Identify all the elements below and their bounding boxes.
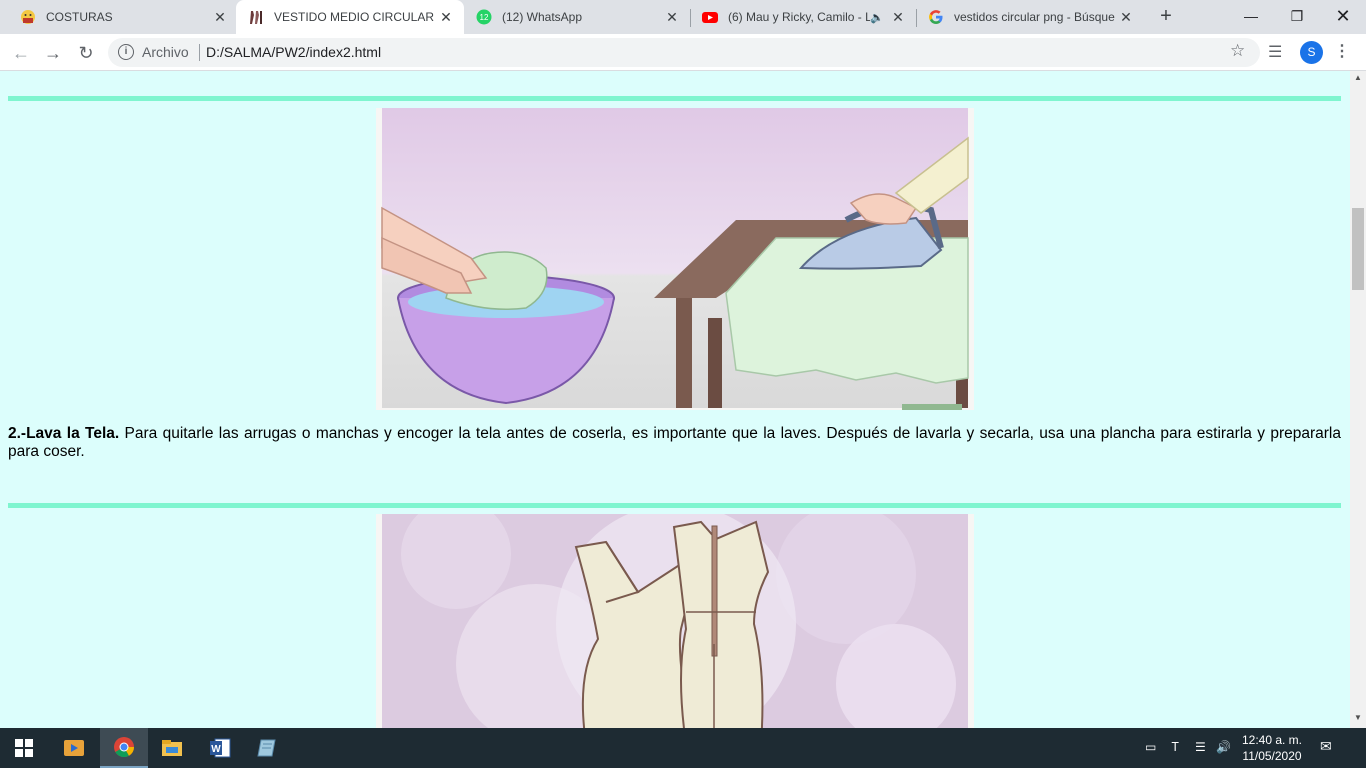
section-divider: [8, 96, 1341, 101]
page-content: 2.-Lava la Tela. Para quitarle las arrug…: [0, 71, 1350, 728]
windows-taskbar: W ▭ Ꭲ ☰ 🔊 12:40 a. m. 11/05/2020 ✉: [0, 728, 1366, 768]
youtube-icon: [702, 9, 718, 25]
close-tab-icon[interactable]: ✕: [436, 9, 456, 26]
dress-icon: [248, 9, 264, 25]
browser-toolbar: ← → ↻ i Archivo D:/SALMA/PW2/index2.html…: [0, 34, 1366, 71]
tab-google[interactable]: vestidos circular png - Búsque ✕: [916, 0, 1144, 34]
notifications-icon[interactable]: ✉: [1320, 738, 1332, 755]
tab-label: COSTURAS: [46, 10, 113, 24]
tab-youtube[interactable]: (6) Mau y Ricky, Camilo - L 🔈 ✕: [690, 0, 916, 34]
new-tab-button[interactable]: +: [1154, 4, 1178, 28]
close-tab-icon[interactable]: ✕: [210, 9, 230, 26]
close-window-button[interactable]: ✕: [1320, 0, 1366, 34]
browser-menu-icon[interactable]: ⋮: [1334, 41, 1350, 61]
notepad-icon[interactable]: [244, 728, 292, 768]
scrollbar-thumb[interactable]: [1352, 208, 1364, 290]
file-chip: Archivo: [142, 44, 189, 60]
whatsapp-icon: 12: [476, 9, 492, 25]
tab-label: (6) Mau y Ricky, Camilo - L: [728, 10, 871, 24]
section-divider: [8, 503, 1341, 508]
reload-button[interactable]: ↻: [73, 40, 99, 66]
wash-and-iron-illustration: [376, 108, 974, 410]
battery-icon[interactable]: ▭: [1145, 740, 1156, 754]
vertical-scrollbar[interactable]: ▲ ▼: [1350, 71, 1366, 728]
chrome-icon[interactable]: [100, 728, 148, 768]
tab-label: VESTIDO MEDIO CIRCULAR: [274, 10, 435, 24]
tab-strip: COSTURAS ✕ VESTIDO MEDIO CIRCULAR ✕ 12 (…: [0, 0, 1366, 34]
close-tab-icon[interactable]: ✕: [1116, 9, 1136, 26]
scroll-down-icon[interactable]: ▼: [1354, 713, 1362, 722]
google-icon: [928, 9, 944, 25]
system-clock[interactable]: 12:40 a. m. 11/05/2020: [1234, 732, 1310, 764]
profile-avatar[interactable]: S: [1300, 41, 1323, 64]
tab-whatsapp[interactable]: 12 (12) WhatsApp ✕: [464, 0, 690, 34]
wifi-icon[interactable]: ☰: [1195, 740, 1206, 754]
svg-text:W: W: [211, 744, 221, 755]
address-bar[interactable]: i Archivo D:/SALMA/PW2/index2.html ☆: [108, 38, 1260, 67]
forward-button[interactable]: →: [40, 40, 66, 66]
tab-costuras[interactable]: COSTURAS ✕: [8, 0, 238, 34]
scroll-up-icon[interactable]: ▲: [1354, 73, 1362, 82]
close-tab-icon[interactable]: ✕: [888, 9, 908, 26]
minimize-button[interactable]: —: [1228, 0, 1274, 34]
word-icon[interactable]: W: [196, 728, 244, 768]
url-text[interactable]: D:/SALMA/PW2/index2.html: [206, 44, 381, 60]
tab-label: (12) WhatsApp: [502, 10, 583, 24]
close-tab-icon[interactable]: ✕: [662, 9, 682, 26]
restore-button[interactable]: ❐: [1274, 0, 1320, 34]
clock-date: 11/05/2020: [1242, 749, 1302, 763]
info-icon[interactable]: i: [118, 44, 134, 60]
svg-text:12: 12: [480, 13, 489, 22]
file-explorer-icon[interactable]: [148, 728, 196, 768]
volume-icon[interactable]: 🔊: [1216, 740, 1231, 754]
step-2-title: 2.-Lava la Tela.: [8, 425, 120, 442]
tab-label: vestidos circular png - Búsque: [954, 10, 1115, 24]
media-player-icon[interactable]: [50, 728, 98, 768]
step-2-caption: 2.-Lava la Tela. Para quitarle las arrug…: [8, 425, 1341, 461]
bookmark-star-icon[interactable]: ☆: [1230, 41, 1245, 61]
tab-vestido[interactable]: VESTIDO MEDIO CIRCULAR ✕: [236, 0, 464, 34]
emoji-face-icon: [20, 9, 36, 25]
dress-pattern-illustration: [376, 514, 974, 728]
step-2-text: Para quitarle las arrugas o manchas y en…: [8, 425, 1341, 460]
back-button[interactable]: ←: [8, 40, 34, 66]
media-controls-icon[interactable]: ☰: [1268, 42, 1282, 62]
chip-divider: [199, 44, 200, 61]
speaker-icon[interactable]: 🔈: [870, 11, 884, 24]
start-icon[interactable]: [0, 728, 48, 768]
bluetooth-icon[interactable]: Ꭲ: [1172, 740, 1179, 755]
clock-time: 12:40 a. m.: [1241, 733, 1303, 747]
